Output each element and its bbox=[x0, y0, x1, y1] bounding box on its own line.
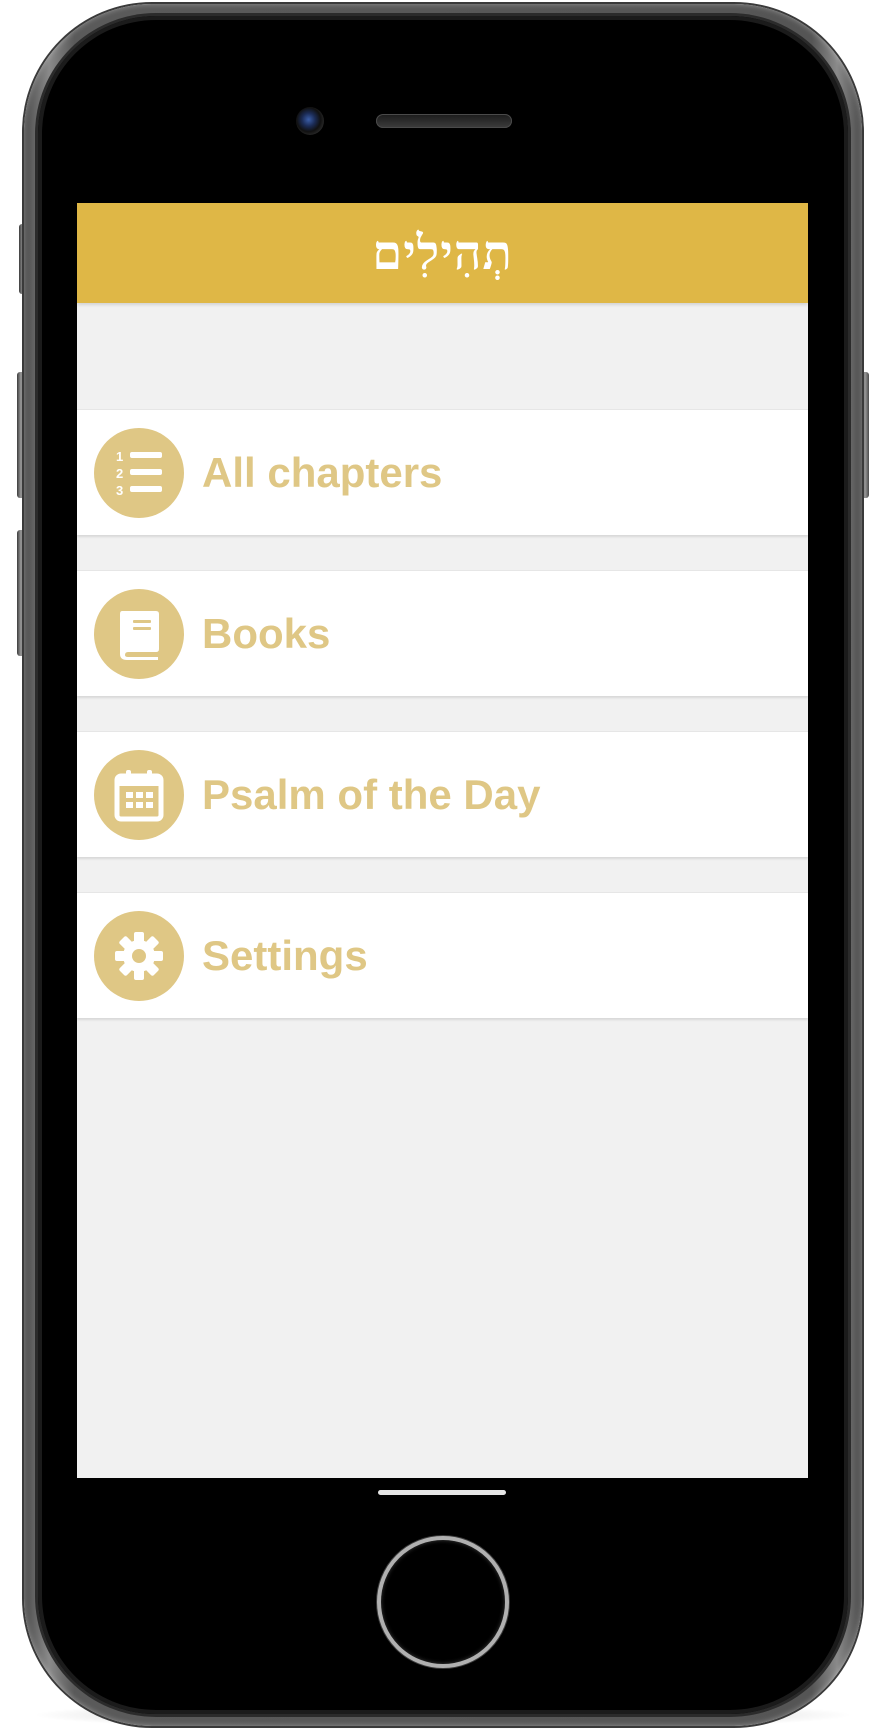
gear-icon bbox=[94, 910, 184, 1001]
earpiece-speaker bbox=[376, 114, 512, 128]
home-button[interactable] bbox=[377, 1536, 509, 1668]
menu-item-label: Psalm of the Day bbox=[202, 770, 541, 818]
front-camera bbox=[296, 107, 324, 135]
menu-item-label: Books bbox=[202, 609, 331, 657]
app-screen: תְהִילִים 1 2 3 All chapters Books Psalm… bbox=[77, 203, 808, 1478]
calendar-icon bbox=[94, 749, 184, 840]
menu-item-label: Settings bbox=[202, 931, 368, 979]
svg-text:2: 2 bbox=[116, 466, 123, 481]
app-header: תְהִילִים bbox=[77, 203, 808, 303]
svg-text:1: 1 bbox=[116, 449, 123, 464]
power-button bbox=[861, 372, 869, 498]
menu-item-settings[interactable]: Settings bbox=[77, 892, 808, 1018]
menu-item-label: All chapters bbox=[202, 448, 443, 496]
home-indicator[interactable] bbox=[378, 1490, 506, 1495]
menu-item-all-chapters[interactable]: 1 2 3 All chapters bbox=[77, 409, 808, 535]
book-icon bbox=[94, 588, 184, 679]
menu-item-psalm-of-the-day[interactable]: Psalm of the Day bbox=[77, 731, 808, 857]
main-menu: 1 2 3 All chapters Books Psalm of the Da… bbox=[77, 409, 808, 1018]
svg-text:3: 3 bbox=[116, 483, 123, 498]
menu-item-books[interactable]: Books bbox=[77, 570, 808, 696]
app-title: תְהִילִים bbox=[372, 225, 513, 281]
numbered-list-icon: 1 2 3 bbox=[94, 427, 184, 518]
